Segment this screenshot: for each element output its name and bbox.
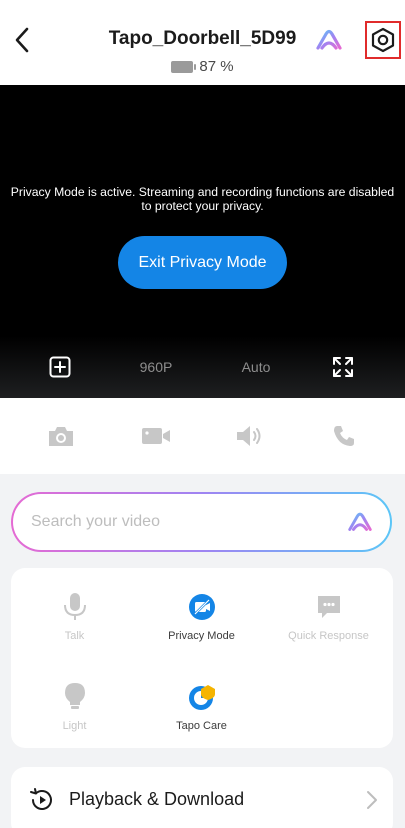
settings-button[interactable] xyxy=(365,21,401,59)
battery-level: 87 % xyxy=(199,58,234,75)
battery-status: 87 % xyxy=(0,58,405,75)
playback-label: Playback & Download xyxy=(69,789,245,809)
video-record-icon xyxy=(142,428,170,444)
playback-history-icon xyxy=(30,788,52,810)
privacy-message: Privacy Mode is active. Streaming and re… xyxy=(10,185,395,213)
feature-light[interactable]: Light xyxy=(11,682,138,732)
tapo-ai-search-icon[interactable] xyxy=(346,509,374,535)
fullscreen-icon xyxy=(333,357,353,377)
search-input[interactable] xyxy=(31,494,331,550)
audio-button[interactable] xyxy=(234,422,264,450)
feature-quick-response[interactable]: Quick Response xyxy=(265,592,392,642)
feature-tapo-care[interactable]: Tapo Care xyxy=(138,682,265,732)
add-view-icon xyxy=(49,356,71,378)
resolution-selector[interactable]: 960P xyxy=(128,336,184,398)
app-root: Tapo_Doorbell_5D99 87 % Privacy Mode is xyxy=(0,0,405,828)
feature-label: Tapo Care xyxy=(176,720,227,732)
video-search-bar xyxy=(11,492,392,552)
top-bar: Tapo_Doorbell_5D99 87 % xyxy=(0,0,405,85)
call-button[interactable] xyxy=(329,422,359,450)
feature-grid: Talk Privacy Mode Quick Response Light T… xyxy=(11,568,393,748)
device-title: Tapo_Doorbell_5D99 xyxy=(108,28,297,49)
speaker-icon xyxy=(237,426,261,446)
search-box xyxy=(13,494,390,550)
light-bulb-icon xyxy=(64,683,85,709)
tapo-ai-icon[interactable] xyxy=(314,26,344,54)
feature-talk[interactable]: Talk xyxy=(11,592,138,642)
quick-response-icon xyxy=(317,596,340,618)
fullscreen-button[interactable] xyxy=(323,336,363,398)
exit-privacy-mode-button[interactable]: Exit Privacy Mode xyxy=(118,236,287,289)
tapo-care-icon xyxy=(188,685,215,710)
mode-selector[interactable]: Auto xyxy=(230,336,282,398)
chevron-right-icon xyxy=(367,791,377,809)
snapshot-button[interactable] xyxy=(46,422,76,450)
battery-icon xyxy=(171,60,197,73)
feature-label: Talk xyxy=(64,630,85,642)
video-control-bar: 960P Auto xyxy=(0,336,405,398)
phone-icon xyxy=(334,426,354,446)
privacy-mode-icon xyxy=(188,594,215,620)
playback-download-row[interactable]: Playback & Download xyxy=(11,767,393,828)
microphone-icon xyxy=(63,593,86,620)
feature-privacy-mode[interactable]: Privacy Mode xyxy=(138,592,265,642)
quick-action-row xyxy=(0,398,405,474)
camera-icon xyxy=(49,427,73,446)
multi-view-button[interactable] xyxy=(40,336,80,398)
record-button[interactable] xyxy=(141,422,171,450)
feature-label: Quick Response xyxy=(288,630,369,642)
settings-hexagon-icon xyxy=(371,27,395,53)
feature-label: Light xyxy=(62,720,87,732)
live-video-view[interactable]: Privacy Mode is active. Streaming and re… xyxy=(0,85,405,398)
feature-label: Privacy Mode xyxy=(168,630,235,642)
